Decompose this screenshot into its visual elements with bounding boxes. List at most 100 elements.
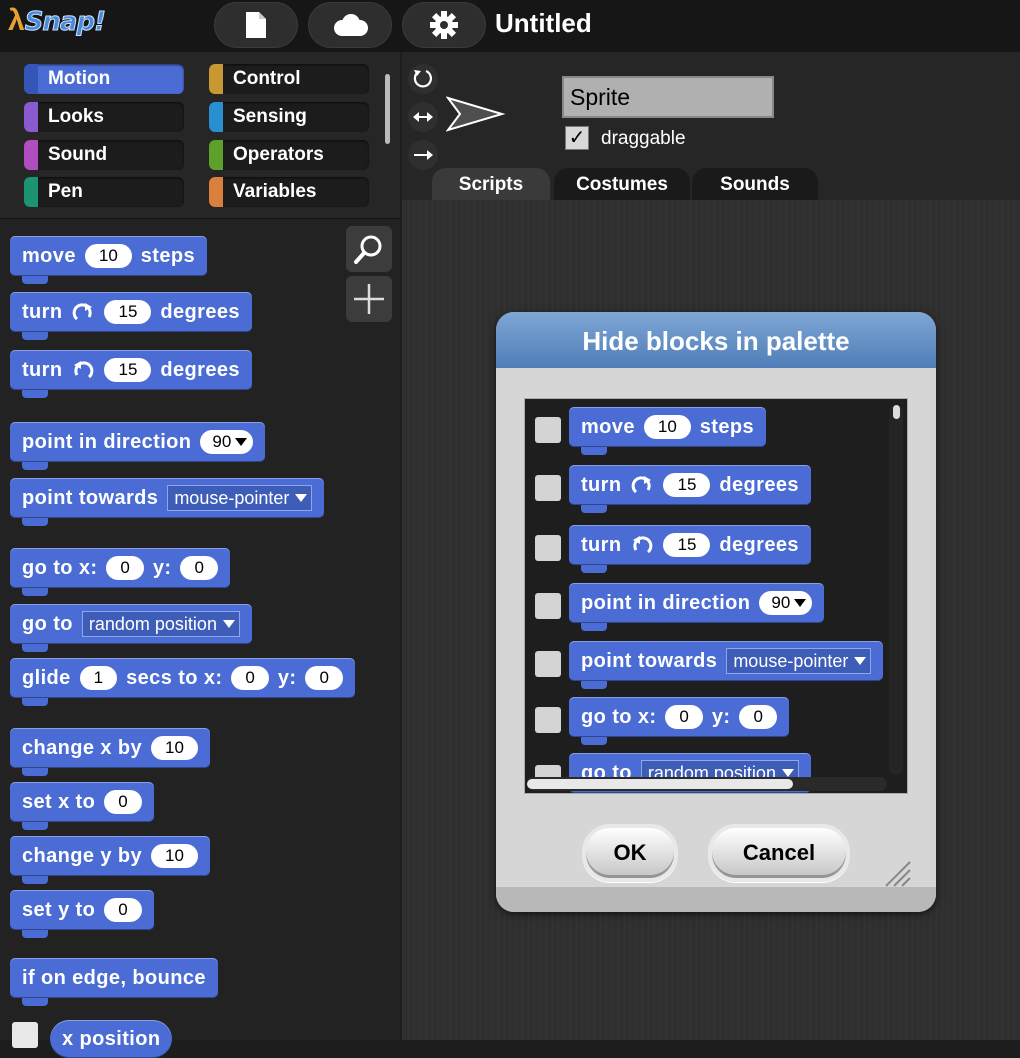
block-point-towards[interactable]: point towards mouse-pointer (10, 478, 325, 526)
search-blocks-button[interactable] (346, 226, 392, 272)
number-slot[interactable]: 10 (84, 244, 132, 268)
target-dropdown: mouse-pointer (726, 648, 872, 674)
block-change-y[interactable]: change y by 10 (10, 836, 210, 884)
block-move: move 10 steps (569, 407, 767, 455)
number-slot[interactable]: 15 (104, 300, 152, 324)
block-turn-counterclockwise: turn 15 degrees (569, 525, 811, 573)
block-if-on-edge-bounce[interactable]: if on edge, bounce (10, 958, 218, 1006)
sprite-arrow-icon (446, 96, 506, 132)
settings-button[interactable] (402, 2, 486, 48)
category-swatch (24, 140, 38, 170)
hide-blocks-dialog: Hide blocks in palette move 10 steps tur… (496, 312, 936, 912)
block-turn-clockwise[interactable]: turn 15 degrees (10, 292, 252, 340)
category-operators[interactable]: Operators (209, 140, 369, 170)
counterclockwise-icon (633, 536, 653, 554)
category-swatch (209, 140, 223, 170)
block-point-towards: point towards mouse-pointer (569, 641, 884, 689)
category-control[interactable]: Control (209, 64, 369, 94)
category-sound[interactable]: Sound (24, 140, 184, 170)
rotation-none-button[interactable] (408, 140, 438, 170)
block-change-x[interactable]: change x by 10 (10, 728, 210, 776)
hide-checkbox[interactable] (535, 535, 561, 561)
number-slot: 10 (643, 415, 691, 439)
rotation-left-right-button[interactable] (408, 102, 438, 132)
x-position-checkbox[interactable] (12, 1022, 38, 1048)
category-looks[interactable]: Looks (24, 102, 184, 132)
hide-checkbox[interactable] (535, 651, 561, 677)
cancel-button[interactable]: Cancel (708, 824, 850, 882)
x-slot[interactable]: 0 (231, 666, 269, 690)
ok-button[interactable]: OK (582, 824, 678, 882)
position-dropdown[interactable]: random position (81, 611, 240, 637)
list-horizontal-scroll-thumb[interactable] (527, 779, 793, 789)
block-turn-counterclockwise[interactable]: turn 15 degrees (10, 350, 252, 398)
block-x-position[interactable]: x position (50, 1020, 173, 1058)
list-vertical-scrollbar[interactable] (889, 405, 903, 775)
snap-logo[interactable]: λSnap! (8, 4, 106, 44)
list-vertical-scroll-thumb[interactable] (893, 405, 900, 419)
x-slot: 0 (665, 705, 703, 729)
category-variables[interactable]: Variables (209, 177, 369, 207)
tab-sounds[interactable]: Sounds (692, 168, 818, 202)
cloud-button[interactable] (308, 2, 392, 48)
hide-checkbox[interactable] (535, 593, 561, 619)
number-slot[interactable]: 10 (151, 844, 198, 868)
block-go-to[interactable]: go to random position (10, 604, 252, 652)
category-swatch (24, 102, 38, 132)
block-move[interactable]: move 10 steps (10, 236, 208, 284)
number-slot[interactable]: 0 (104, 898, 142, 922)
category-swatch (209, 102, 223, 132)
block-set-y[interactable]: set y to 0 (10, 890, 154, 938)
dropdown-arrow-icon (222, 620, 235, 628)
block-glide[interactable]: glide 1 secs to x: 0 y: 0 (10, 658, 355, 706)
project-title: Untitled (495, 8, 592, 38)
hide-checkbox[interactable] (535, 475, 561, 501)
category-sensing[interactable]: Sensing (209, 102, 369, 132)
category-pen[interactable]: Pen (24, 177, 184, 207)
tab-costumes[interactable]: Costumes (554, 168, 690, 202)
file-button[interactable] (214, 2, 298, 48)
clockwise-icon (73, 303, 93, 321)
hide-checkbox[interactable] (535, 707, 561, 733)
tab-scripts[interactable]: Scripts (432, 168, 550, 202)
category-scrollbar[interactable] (385, 74, 390, 144)
number-slot: 15 (663, 533, 711, 557)
block-point-in-direction[interactable]: point in direction 90 (10, 422, 266, 470)
rotate-icon (413, 69, 433, 88)
block-set-x[interactable]: set x to 0 (10, 782, 154, 830)
clockwise-icon (632, 476, 652, 494)
draggable-checkbox[interactable]: ✓ (565, 126, 589, 150)
gear-icon (430, 11, 458, 39)
number-slot[interactable]: 0 (104, 790, 142, 814)
sprite-name-field[interactable]: Sprite (562, 76, 774, 118)
dialog-title[interactable]: Hide blocks in palette (496, 312, 936, 368)
dialog-block-list[interactable]: move 10 steps turn 15 degrees turn 15 de… (524, 398, 908, 794)
hide-checkbox[interactable] (535, 417, 561, 443)
target-dropdown[interactable]: mouse-pointer (167, 485, 313, 511)
dropdown-arrow-icon (295, 494, 308, 502)
dropdown-arrow-icon (781, 769, 794, 777)
rotation-any-button[interactable] (408, 64, 438, 94)
number-slot[interactable]: 10 (151, 736, 198, 760)
y-slot[interactable]: 0 (180, 556, 218, 580)
dropdown-arrow-icon (794, 599, 807, 607)
category-selector: Motion Control Looks Sensing Sound Opera… (0, 52, 400, 218)
number-slot: 15 (663, 473, 711, 497)
block-go-to-xy[interactable]: go to x: 0 y: 0 (10, 548, 230, 596)
plus-icon (354, 284, 384, 314)
right-arrow-icon (414, 150, 433, 160)
secs-slot[interactable]: 1 (79, 666, 118, 690)
number-slot[interactable]: 15 (104, 358, 152, 382)
y-slot[interactable]: 0 (305, 666, 343, 690)
divider (0, 218, 400, 219)
category-swatch (24, 177, 38, 207)
left-right-arrow-icon (413, 112, 433, 122)
magnifier-icon (354, 235, 382, 264)
direction-slot[interactable]: 90 (200, 430, 254, 454)
resize-handle-icon[interactable] (880, 856, 912, 888)
counterclockwise-icon (74, 361, 94, 379)
category-motion[interactable]: Motion (24, 64, 184, 94)
category-swatch (209, 64, 223, 94)
x-slot[interactable]: 0 (106, 556, 144, 580)
make-block-button[interactable] (346, 276, 392, 322)
